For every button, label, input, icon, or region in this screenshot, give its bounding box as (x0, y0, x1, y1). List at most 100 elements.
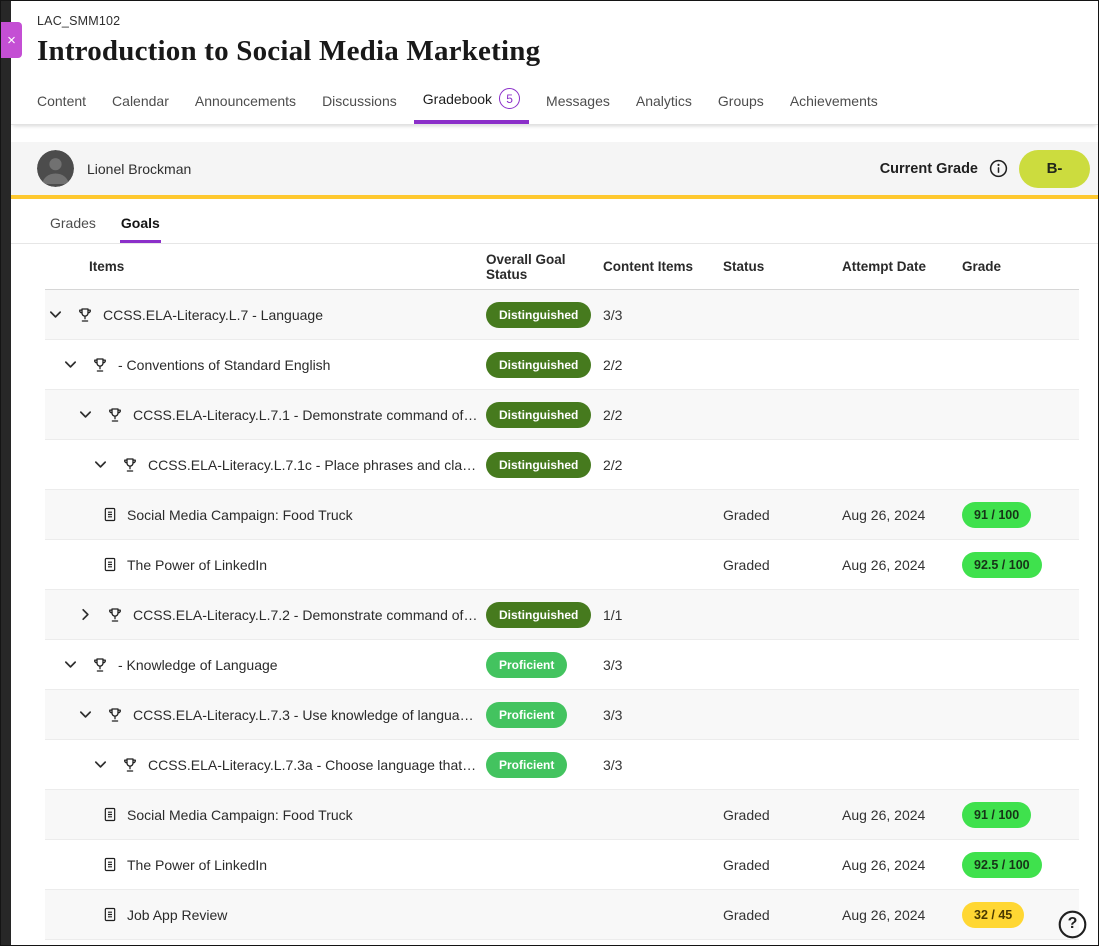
main-content: LAC_SMM102 Introduction to Social Media … (11, 1, 1098, 945)
tab-messages[interactable]: Messages (546, 93, 610, 124)
column-header-grade: Grade (962, 259, 1079, 274)
info-icon[interactable] (989, 159, 1008, 178)
trophy-icon (121, 756, 139, 774)
trophy-icon (76, 306, 94, 324)
chevron-down-icon[interactable] (77, 407, 93, 423)
trophy-icon (106, 406, 124, 424)
student-name: Lionel Brockman (87, 161, 191, 177)
row-label: - Knowledge of Language (118, 657, 284, 673)
grade-cell: 92.5 / 100 (962, 852, 1079, 878)
trophy-icon (91, 656, 109, 674)
row-label: CCSS.ELA-Literacy.L.7.3a - Choose langua… (148, 757, 486, 773)
goal-status-cell: Distinguished (486, 402, 603, 428)
items-cell[interactable]: Social Media Campaign: Food Truck (45, 806, 486, 823)
tab-label: Analytics (636, 93, 692, 109)
collapsed-side-panel[interactable] (1, 1, 11, 945)
grade-cell: 92.5 / 100 (962, 552, 1079, 578)
items-cell[interactable]: - Conventions of Standard English (45, 356, 486, 374)
tab-achievements[interactable]: Achievements (790, 93, 878, 124)
tab-calendar[interactable]: Calendar (112, 93, 169, 124)
subtab-goals[interactable]: Goals (120, 215, 161, 243)
close-icon: × (7, 32, 16, 49)
tab-label: Announcements (195, 93, 296, 109)
current-grade-pill[interactable]: B- (1019, 150, 1090, 188)
chevron-right-icon[interactable] (77, 607, 93, 623)
tab-label: Messages (546, 93, 610, 109)
help-button[interactable]: ? (1057, 909, 1088, 940)
items-cell[interactable]: CCSS.ELA-Literacy.L.7.1 - Demonstrate co… (45, 406, 486, 424)
items-cell[interactable]: The Power of LinkedIn (45, 856, 486, 873)
item-row: Social Media Campaign: Food Truck Graded… (45, 790, 1079, 840)
goals-table-header: Items Overall Goal Status Content Items … (45, 244, 1079, 290)
content-items-value: 2/2 (603, 357, 622, 373)
goal-row: CCSS.ELA-Literacy.L.7.2 - Demonstrate co… (45, 590, 1079, 640)
goal-status-pill: Proficient (486, 752, 567, 778)
chevron-down-icon[interactable] (77, 707, 93, 723)
tab-gradebook[interactable]: Gradebook 5 (423, 88, 520, 124)
items-cell[interactable]: - Knowledge of Language (45, 656, 486, 674)
row-label: CCSS.ELA-Literacy.L.7.1 - Demonstrate co… (133, 407, 486, 423)
content-items-value: 3/3 (603, 657, 622, 673)
tab-groups[interactable]: Groups (718, 93, 764, 124)
document-icon (102, 556, 118, 573)
tab-analytics[interactable]: Analytics (636, 93, 692, 124)
attempt-date-value: Aug 26, 2024 (842, 857, 925, 873)
goal-status-cell: Proficient (486, 702, 603, 728)
grade-pill[interactable]: 92.5 / 100 (962, 852, 1042, 878)
status-value: Graded (723, 807, 770, 823)
chevron-down-icon[interactable] (92, 757, 108, 773)
items-cell[interactable]: CCSS.ELA-Literacy.L.7 - Language (45, 306, 486, 324)
items-cell[interactable]: Social Media Campaign: Food Truck (45, 506, 486, 523)
grade-pill[interactable]: 91 / 100 (962, 502, 1031, 528)
current-grade-group: Current Grade B- (880, 150, 1090, 188)
close-panel-tab[interactable]: × (1, 22, 22, 58)
content-items-value: 3/3 (603, 757, 622, 773)
tab-content[interactable]: Content (37, 93, 86, 124)
gradebook-subtabs: Grades Goals (11, 199, 1098, 244)
goal-status-cell: Distinguished (486, 352, 603, 378)
document-icon (102, 506, 118, 523)
trophy-icon (106, 606, 124, 624)
trophy-icon (121, 456, 139, 474)
items-cell[interactable]: CCSS.ELA-Literacy.L.7.1c - Place phrases… (45, 456, 486, 474)
tab-announcements[interactable]: Announcements (195, 93, 296, 124)
items-cell[interactable]: The Power of LinkedIn (45, 556, 486, 573)
grade-pill[interactable]: 91 / 100 (962, 802, 1031, 828)
grade-pill[interactable]: 32 / 45 (962, 902, 1024, 928)
chevron-down-icon[interactable] (47, 307, 63, 323)
person-silhouette-icon (37, 150, 74, 187)
app-window: × LAC_SMM102 Introduction to Social Medi… (0, 0, 1099, 946)
tab-label: Content (37, 93, 86, 109)
attempt-date-value: Aug 26, 2024 (842, 907, 925, 923)
row-label: CCSS.ELA-Literacy.L.7 - Language (103, 307, 329, 323)
goal-status-pill: Distinguished (486, 452, 591, 478)
document-icon (102, 806, 118, 823)
subtab-grades[interactable]: Grades (49, 215, 97, 243)
grade-cell: 91 / 100 (962, 802, 1079, 828)
chevron-down-icon[interactable] (92, 457, 108, 473)
item-row: Job App Review Graded Aug 26, 2024 32 / … (45, 890, 1079, 940)
status-value: Graded (723, 857, 770, 873)
items-cell[interactable]: Job App Review (45, 906, 486, 923)
row-label: CCSS.ELA-Literacy.L.7.2 - Demonstrate co… (133, 607, 486, 623)
goal-row: CCSS.ELA-Literacy.L.7.1c - Place phrases… (45, 440, 1079, 490)
course-title: Introduction to Social Media Marketing (37, 35, 1098, 68)
goal-status-pill: Distinguished (486, 352, 591, 378)
chevron-down-icon[interactable] (62, 657, 78, 673)
grade-pill[interactable]: 92.5 / 100 (962, 552, 1042, 578)
question-mark-icon: ? (1057, 909, 1088, 940)
status-value: Graded (723, 907, 770, 923)
items-cell[interactable]: CCSS.ELA-Literacy.L.7.3a - Choose langua… (45, 756, 486, 774)
tab-label: Discussions (322, 93, 397, 109)
attempt-date-value: Aug 26, 2024 (842, 807, 925, 823)
goal-status-cell: Distinguished (486, 452, 603, 478)
chevron-down-icon[interactable] (62, 357, 78, 373)
goals-table-body: CCSS.ELA-Literacy.L.7 - Language Disting… (45, 290, 1079, 940)
items-cell[interactable]: CCSS.ELA-Literacy.L.7.2 - Demonstrate co… (45, 606, 486, 624)
column-header-overall-goal-status: Overall Goal Status (486, 252, 603, 282)
row-label: CCSS.ELA-Literacy.L.7.1c - Place phrases… (148, 457, 486, 473)
goal-status-pill: Proficient (486, 702, 567, 728)
tab-discussions[interactable]: Discussions (322, 93, 397, 124)
content-items-value: 2/2 (603, 407, 622, 423)
items-cell[interactable]: CCSS.ELA-Literacy.L.7.3 - Use knowledge … (45, 706, 486, 724)
